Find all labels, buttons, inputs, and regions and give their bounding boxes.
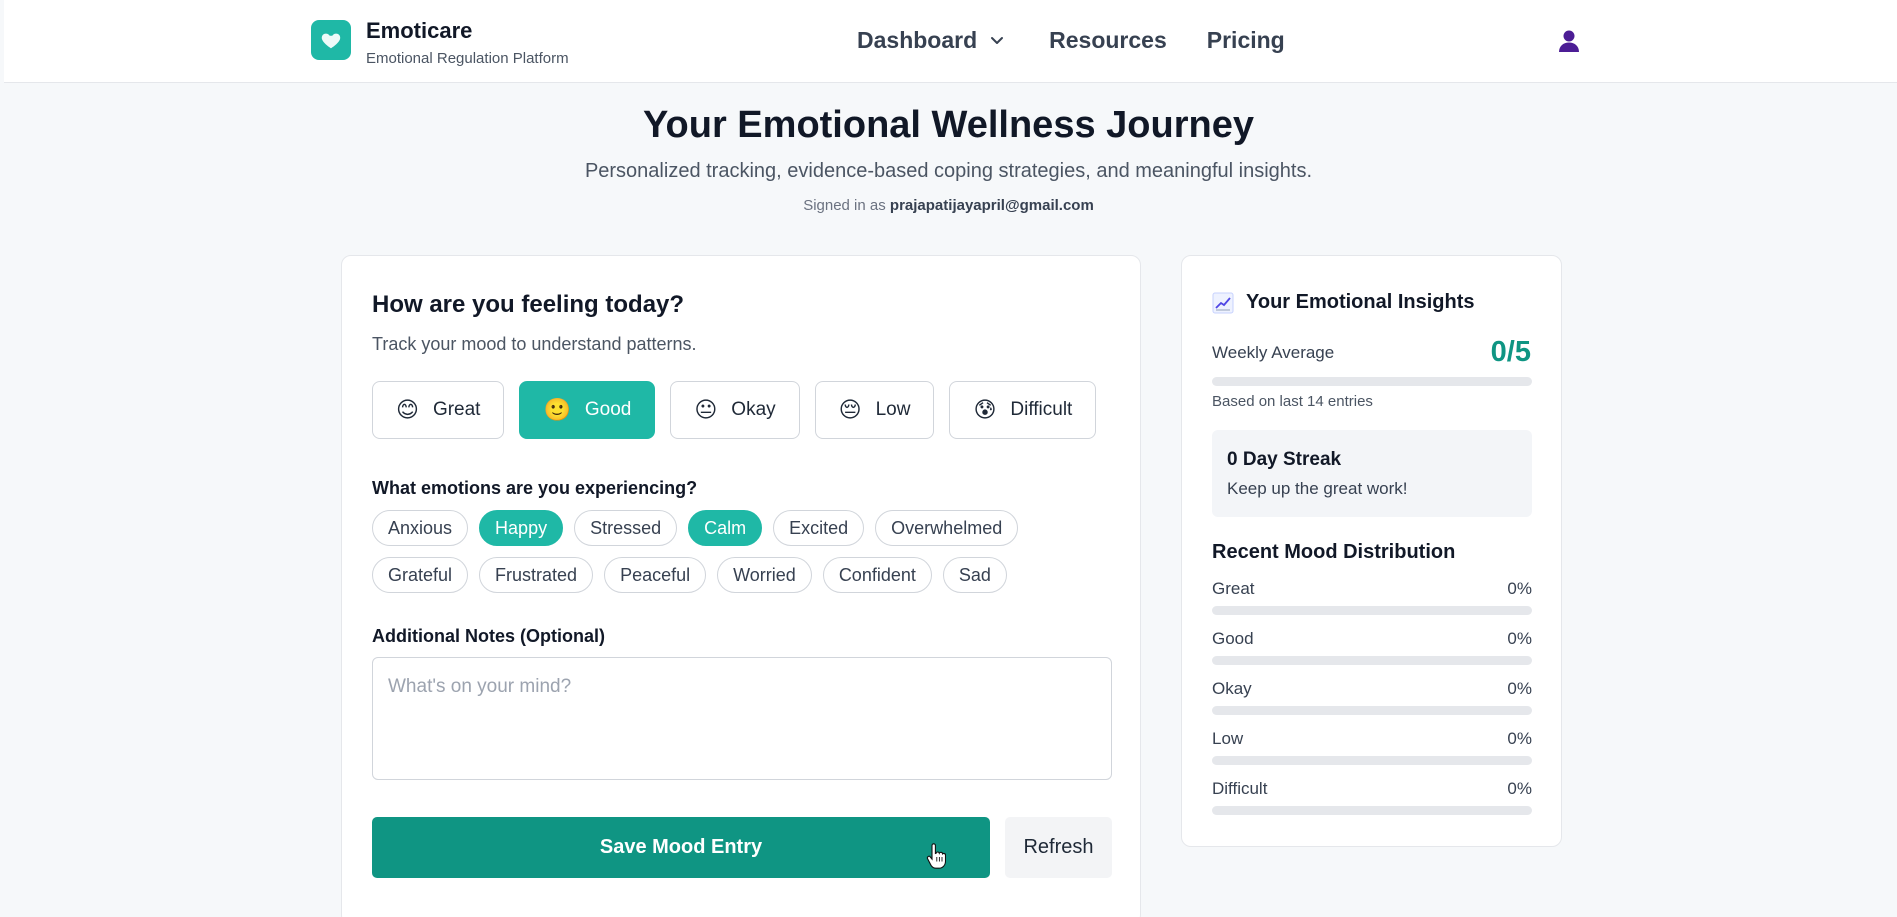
nav-resources[interactable]: Resources [1049, 25, 1167, 55]
insights-title: Your Emotional Insights [1212, 291, 1475, 314]
emotion-chip-happy[interactable]: Happy [479, 510, 564, 546]
distribution-percent: 0% [1507, 779, 1532, 798]
top-navigation-bar: Emoticare Emotional Regulation Platform … [4, 0, 1897, 83]
distribution-label: Difficult [1212, 779, 1268, 798]
streak-title: 0 Day Streak [1227, 449, 1342, 470]
heart-icon [311, 20, 351, 60]
mood-emoji-icon: 😔 [838, 397, 862, 422]
user-icon[interactable] [1558, 29, 1580, 53]
distribution-label: Great [1212, 579, 1255, 598]
mood-tracker-card: How are you feeling today? Track your mo… [341, 255, 1141, 917]
emotion-chip-stressed[interactable]: Stressed [574, 510, 678, 546]
mood-option-okay[interactable]: 😐 Okay [670, 381, 800, 439]
emotion-chip-peaceful[interactable]: Peaceful [604, 557, 707, 593]
distribution-percent: 0% [1507, 679, 1532, 698]
distribution-label: Good [1212, 629, 1254, 648]
distribution-bar [1212, 706, 1532, 715]
emotion-chips: Anxious Happy Stressed Calm Excited Overwhelm… [372, 510, 1122, 604]
distribution-percent: 0% [1507, 579, 1532, 598]
nav-pricing[interactable]: Pricing [1207, 25, 1285, 55]
brand[interactable]: Emoticare Emotional Regulation Platform [311, 19, 569, 68]
distribution-row-great: Great 0% [1212, 579, 1532, 629]
chevron-down-icon [991, 37, 1004, 44]
emotion-chip-anxious[interactable]: Anxious [372, 510, 469, 546]
emotion-chip-excited[interactable]: Excited [773, 510, 865, 546]
weekly-average-value: 0/5 [1490, 336, 1531, 368]
distribution-row-low: Low 0% [1212, 729, 1532, 779]
emotion-chip-grateful[interactable]: Grateful [372, 557, 469, 593]
mood-option-label: Good [584, 399, 632, 420]
mood-card-subtitle: Track your mood to understand patterns. [372, 334, 697, 354]
distribution-bar [1212, 806, 1532, 815]
mood-option-label: Okay [731, 399, 776, 420]
main-nav: Dashboard Resources Pricing [857, 25, 1285, 55]
mood-option-label: Great [432, 399, 481, 420]
insights-card: Your Emotional Insights Weekly Average 0… [1181, 255, 1562, 847]
mood-emoji-icon: 😰 [973, 397, 997, 422]
signed-in-status: Signed in as prajapatijayapril@gmail.com [0, 196, 1897, 216]
streak-subtitle: Keep up the great work! [1227, 479, 1408, 498]
mood-option-difficult[interactable]: 😰 Difficult [949, 381, 1097, 439]
mood-emoji-icon: 😐 [694, 397, 718, 422]
user-email: prajapatijayapril@gmail.com [889, 197, 1094, 214]
distribution-bar [1212, 606, 1532, 615]
save-mood-entry-button[interactable]: Save Mood Entry [372, 817, 990, 878]
emotions-title: What emotions are you experiencing? [372, 478, 698, 498]
distribution-bar [1212, 656, 1532, 665]
mood-emoji-icon: 🙂 [543, 397, 571, 422]
hand-cursor-icon [926, 843, 946, 869]
mood-distribution: Great 0% Good 0% Okay 0% Low 0% Difficult 0% [1212, 579, 1532, 829]
mood-option-label: Low [875, 399, 911, 420]
distribution-label: Okay [1212, 679, 1252, 698]
weekly-average-label: Weekly Average [1212, 343, 1335, 362]
nav-dashboard[interactable]: Dashboard [857, 25, 1005, 55]
notes-title: Additional Notes (Optional) [372, 626, 605, 646]
nav-dashboard-label: Dashboard [857, 27, 978, 53]
page-subtitle: Personalized tracking, evidence-based co… [584, 160, 1313, 182]
weekly-average-note: Based on last 14 entries [1212, 393, 1373, 410]
distribution-label: Low [1212, 729, 1244, 748]
distribution-percent: 0% [1507, 629, 1532, 648]
streak-box: 0 Day Streak Keep up the great work! [1212, 430, 1532, 517]
weekly-average-bar [1212, 377, 1532, 386]
mood-option-good[interactable]: 🙂 Good [519, 381, 656, 439]
emotion-chip-sad[interactable]: Sad [942, 557, 1007, 593]
emotion-chip-worried[interactable]: Worried [717, 557, 812, 593]
chart-icon [1212, 292, 1234, 313]
distribution-row-okay: Okay 0% [1212, 679, 1532, 729]
distribution-percent: 0% [1507, 729, 1532, 748]
mood-option-great[interactable]: 😊 Great [372, 381, 505, 439]
distribution-row-good: Good 0% [1212, 629, 1532, 679]
mood-option-low[interactable]: 😔 Low [814, 381, 935, 439]
distribution-row-difficult: Difficult 0% [1212, 779, 1532, 829]
emotion-chip-calm[interactable]: Calm [688, 510, 763, 546]
emotion-chip-confident[interactable]: Confident [822, 557, 932, 593]
signed-in-prefix: Signed in as [803, 197, 886, 214]
mood-card-title: How are you feeling today? [372, 291, 685, 318]
mood-emoji-icon: 😊 [396, 397, 419, 422]
mood-options: 😊 Great 🙂 Good 😐 Okay 😔 Low 😰 Difficult [372, 381, 1111, 439]
insights-title-text: Your Emotional Insights [1246, 291, 1475, 313]
distribution-bar [1212, 756, 1532, 765]
emotion-chip-frustrated[interactable]: Frustrated [479, 557, 594, 593]
page-title: Your Emotional Wellness Journey [643, 104, 1254, 146]
mood-option-label: Difficult [1010, 399, 1073, 420]
notes-textarea[interactable] [372, 657, 1112, 780]
brand-name: Emoticare [366, 18, 473, 43]
emotion-chip-overwhelmed[interactable]: Overwhelmed [875, 510, 1019, 546]
brand-subtitle: Emotional Regulation Platform [366, 50, 569, 67]
distribution-title: Recent Mood Distribution [1212, 541, 1456, 563]
refresh-button[interactable]: Refresh [1005, 817, 1112, 878]
